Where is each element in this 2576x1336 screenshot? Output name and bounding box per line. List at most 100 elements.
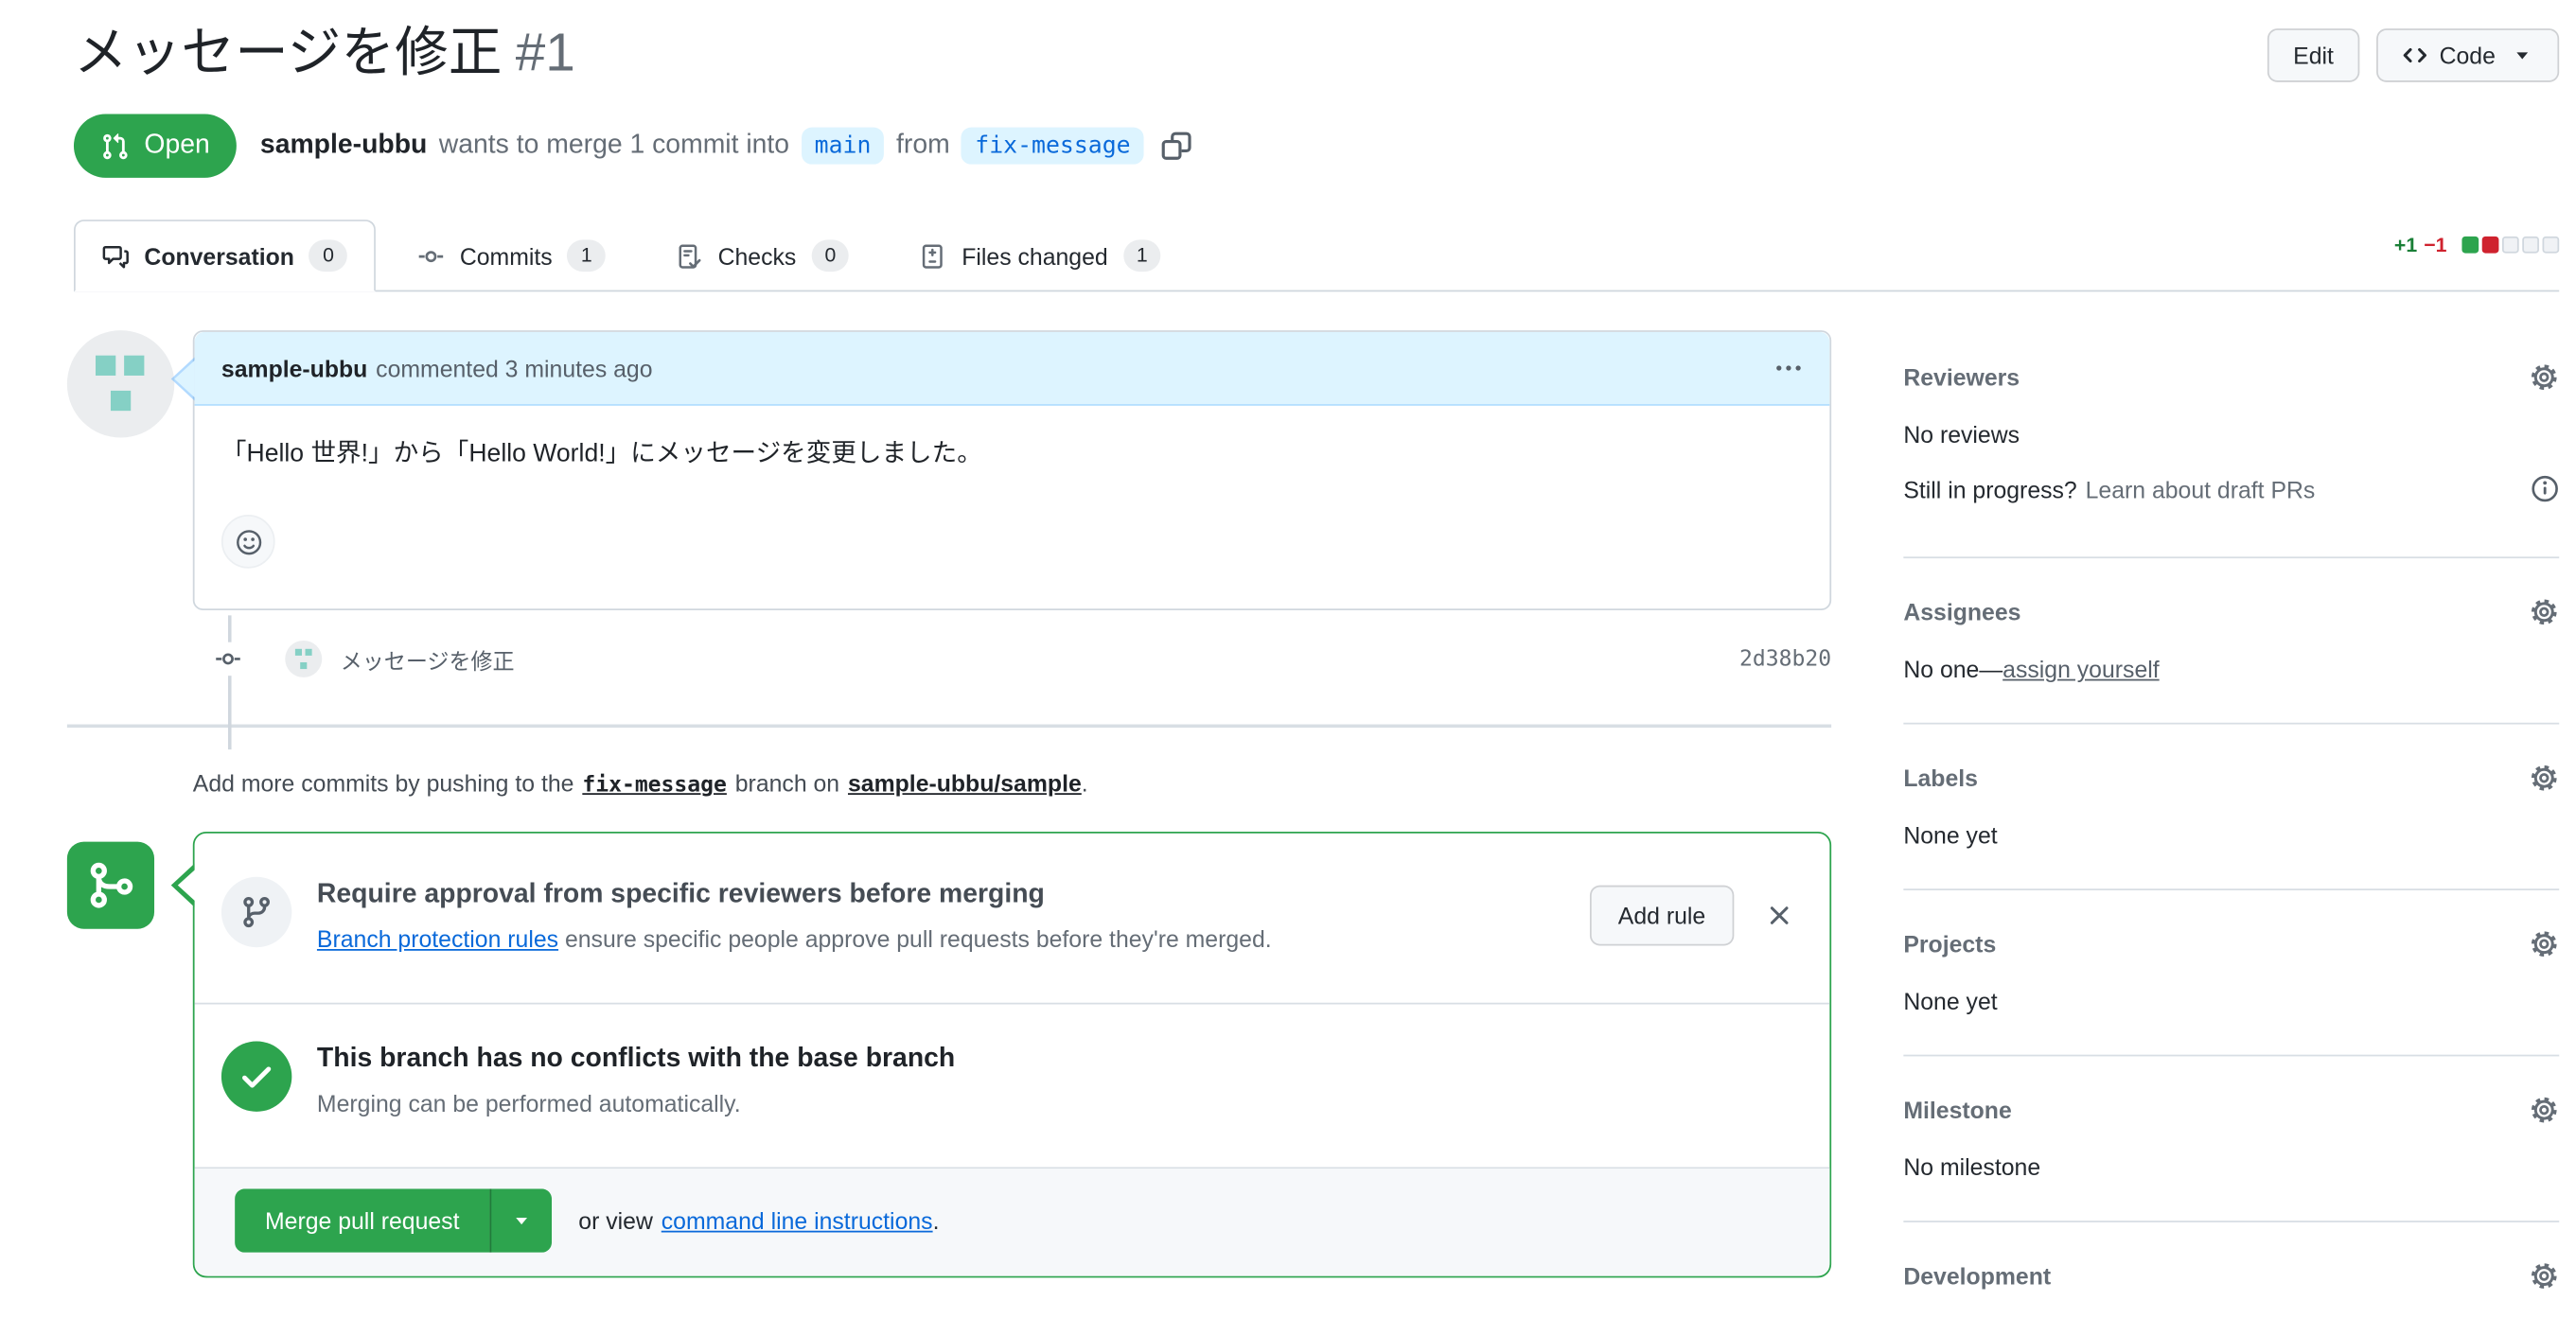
from-word: from: [895, 131, 950, 160]
tab-commits[interactable]: Commits 1: [389, 220, 634, 291]
milestone-settings-button[interactable]: [2529, 1096, 2559, 1126]
diffstat-block-neutral: [2522, 237, 2539, 254]
diffstat-block-neutral: [2542, 237, 2560, 254]
tab-label: Conversation: [144, 242, 294, 270]
comment-box: sample-ubbu commented 3 minutes ago 「Hel…: [170, 330, 1832, 611]
pr-merge-description: sample-ubbu wants to merge 1 commit into…: [260, 128, 1192, 165]
push-note-branch-link[interactable]: fix-message: [582, 773, 727, 799]
tab-conversation[interactable]: Conversation 0: [73, 220, 377, 292]
push-note-period: .: [1081, 769, 1088, 798]
sidebar-section-labels: Labels None yet: [1903, 723, 2560, 888]
github-pr-page: メッセージを修正 #1 Edit Code Open sample-ubbu wa…: [0, 0, 2576, 1336]
edit-button[interactable]: Edit: [2267, 28, 2359, 82]
tab-counter: 0: [309, 239, 348, 272]
tab-files-changed[interactable]: Files changed 1: [891, 220, 1190, 291]
diffstat[interactable]: +1 −1: [2394, 233, 2560, 257]
tab-counter: 0: [811, 239, 850, 272]
assignees-header: Assignees: [1903, 597, 2559, 627]
gear-icon: [2529, 764, 2559, 794]
command-line-instructions-link[interactable]: command line instructions: [662, 1207, 933, 1234]
info-icon: [2531, 475, 2559, 503]
git-commit-icon: [214, 642, 242, 677]
development-title: Development: [1903, 1262, 2052, 1291]
branch-protection-rules-link[interactable]: Branch protection rules: [317, 926, 558, 953]
header-actions: Edit Code: [2267, 17, 2560, 82]
comment-text: 「Hello 世界!」から「Hello World!」にメッセージを変更しました…: [221, 439, 982, 468]
projects-body: None yet: [1903, 988, 1998, 1015]
comment-body: 「Hello 世界!」から「Hello World!」にメッセージを変更しました…: [195, 406, 1830, 608]
branch-protection-title: Require approval from specific reviewers…: [316, 880, 1045, 909]
gear-icon: [2529, 1261, 2559, 1292]
triangle-down-icon: [510, 1209, 534, 1233]
commit-message-link[interactable]: メッセージを修正: [341, 643, 515, 676]
git-merge-icon: [85, 860, 135, 910]
comment-header: sample-ubbu commented 3 minutes ago: [194, 332, 1830, 407]
tab-counter: 1: [567, 239, 606, 272]
draft-info-button[interactable]: [2531, 475, 2559, 503]
gear-icon: [2529, 929, 2559, 959]
cli-prefix: or view: [578, 1207, 653, 1235]
assign-yourself-link[interactable]: assign yourself: [2003, 656, 2159, 682]
copy-icon: [1160, 131, 1192, 163]
tab-label: Files changed: [962, 242, 1108, 270]
head-branch-label[interactable]: fix-message: [962, 128, 1144, 165]
pr-number: #1: [515, 22, 575, 82]
pr-author-link[interactable]: sample-ubbu: [260, 132, 427, 162]
identicon-avatar: [285, 641, 323, 678]
development-settings-button[interactable]: [2529, 1261, 2559, 1292]
projects-settings-button[interactable]: [2529, 929, 2559, 959]
push-note-middle: branch on: [734, 769, 840, 798]
diffstat-block-deletion: [2481, 237, 2499, 254]
code-button[interactable]: Code: [2375, 28, 2560, 82]
tab-checks[interactable]: Checks 0: [647, 220, 877, 291]
dismiss-rule-button[interactable]: [1766, 902, 1792, 928]
merge-section: Require approval from specific reviewers…: [66, 832, 1832, 1278]
base-branch-label[interactable]: main: [801, 128, 885, 165]
merge-pull-request-button-group: Merge pull request: [235, 1188, 552, 1254]
reviewers-body: No reviews: [1903, 421, 2020, 448]
comment-author-link[interactable]: sample-ubbu: [221, 355, 367, 381]
commit-sha-link[interactable]: 2d38b20: [1739, 646, 1831, 672]
copy-branch-button[interactable]: [1160, 131, 1192, 163]
merge-check-circle: [221, 1041, 292, 1113]
code-icon: [2401, 42, 2427, 68]
kebab-horizontal-icon: [1774, 354, 1803, 382]
sidebar-section-milestone: Milestone No milestone: [1903, 1054, 2560, 1221]
assignees-none-text: No one—: [1903, 656, 2003, 683]
add-reaction-button[interactable]: [221, 515, 275, 570]
commit-avatar[interactable]: [285, 641, 323, 678]
milestone-title: Milestone: [1903, 1097, 2012, 1124]
code-button-label: Code: [2439, 42, 2496, 69]
comment-meta: commented 3 minutes ago: [376, 355, 653, 382]
learn-about-draft-prs-link[interactable]: Learn about draft PRs: [2086, 476, 2316, 502]
merge-badge: [66, 841, 155, 930]
labels-header: Labels: [1903, 764, 2559, 794]
diffstat-deletions: −1: [2424, 233, 2447, 257]
reviewers-header: Reviewers: [1903, 362, 2559, 393]
branch-protection-text: Require approval from specific reviewers…: [317, 877, 1272, 953]
merge-status-subtitle: Merging can be performed automatically.: [316, 1090, 741, 1117]
assignees-title: Assignees: [1903, 598, 2021, 626]
labels-settings-button[interactable]: [2529, 764, 2559, 794]
add-rule-button[interactable]: Add rule: [1589, 885, 1735, 945]
pr-header: メッセージを修正 #1 Edit Code: [0, 0, 2576, 89]
merge-status-row: This branch has no conflicts with the ba…: [195, 1005, 1830, 1168]
assignees-settings-button[interactable]: [2529, 597, 2559, 627]
checklist-icon: [676, 242, 702, 269]
merge-options-dropdown[interactable]: [489, 1188, 552, 1254]
reviewers-settings-button[interactable]: [2529, 362, 2559, 393]
merge-status-text: This branch has no conflicts with the ba…: [316, 1042, 955, 1117]
avatar[interactable]: [66, 330, 175, 438]
comment-menu-button[interactable]: [1774, 354, 1803, 382]
branch-protection-rest: ensure specific people approve pull requ…: [564, 925, 1272, 953]
diffstat-block-neutral: [2501, 237, 2519, 254]
push-note-repo-link[interactable]: sample-ubbu/sample: [848, 770, 1082, 797]
assignees-body: No one—assign yourself: [1903, 656, 2559, 682]
comment-discussion-icon: [102, 242, 129, 269]
pr-state-badge: Open: [73, 114, 238, 179]
git-pull-request-icon: [100, 132, 129, 160]
branch-protection-subtitle: Branch protection rules ensure specific …: [317, 926, 1272, 953]
smiley-icon: [234, 528, 262, 556]
gear-icon: [2529, 597, 2559, 627]
merge-pull-request-button[interactable]: Merge pull request: [235, 1188, 490, 1254]
